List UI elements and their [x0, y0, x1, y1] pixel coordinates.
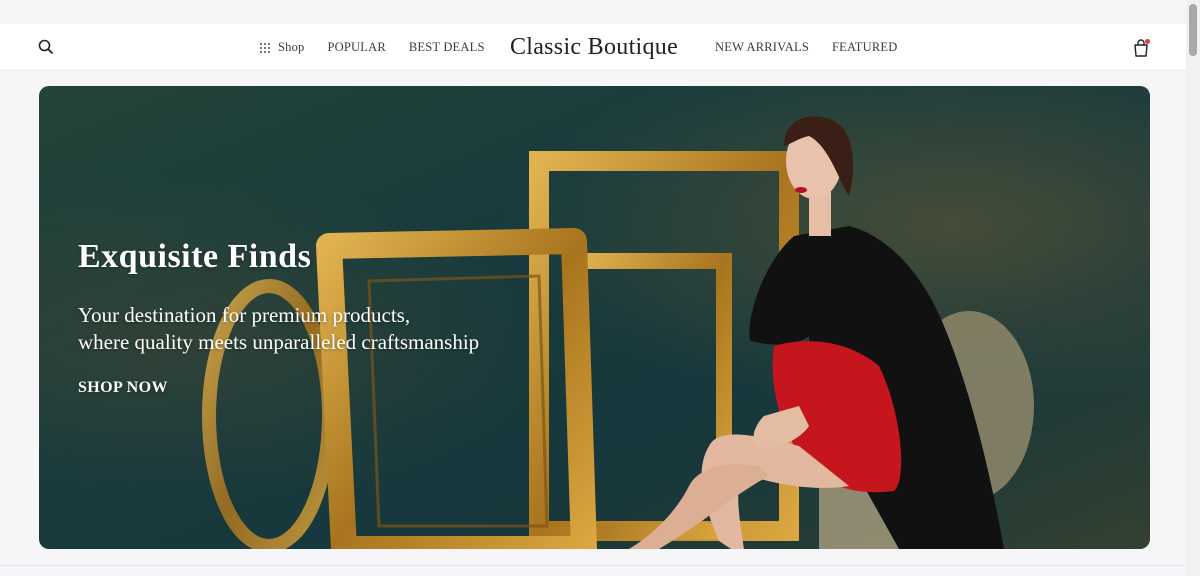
nav-item-popular[interactable]: POPULAR: [328, 40, 386, 55]
hero-subtitle: Your destination for premium products, w…: [78, 302, 548, 356]
hero-subtitle-line-2: where quality meets unparalleled craftsm…: [78, 330, 480, 354]
search-icon: [38, 39, 53, 54]
cart-badge: [1145, 39, 1150, 44]
nav-left: Shop POPULAR BEST DEALS: [260, 24, 508, 71]
scrollbar-thumb[interactable]: [1189, 4, 1197, 56]
page-scrollbar[interactable]: [1186, 0, 1200, 576]
nav-item-featured[interactable]: FEATURED: [832, 40, 898, 55]
nav-right: NEW ARRIVALS FEATURED: [715, 24, 920, 71]
hero-subtitle-line-1: Your destination for premium products,: [78, 303, 411, 327]
shop-now-link[interactable]: SHOP NOW: [78, 379, 168, 397]
section-divider: [0, 565, 1186, 566]
grid-icon: [260, 42, 270, 53]
nav-item-shop-label: Shop: [278, 40, 305, 54]
site-logo[interactable]: Classic Boutique: [510, 24, 678, 71]
site-header: Shop POPULAR BEST DEALS Classic Boutique…: [0, 24, 1186, 71]
hero-title: Exquisite Finds: [78, 238, 312, 275]
cart-button[interactable]: [1130, 37, 1152, 59]
nav-item-new-arrivals[interactable]: NEW ARRIVALS: [715, 40, 809, 55]
nav-item-best-deals[interactable]: BEST DEALS: [409, 40, 485, 55]
search-button[interactable]: [36, 37, 56, 57]
hero-banner: Exquisite Finds Your destination for pre…: [39, 86, 1150, 549]
top-strip: [0, 0, 1186, 24]
nav-item-shop[interactable]: Shop: [260, 40, 305, 55]
